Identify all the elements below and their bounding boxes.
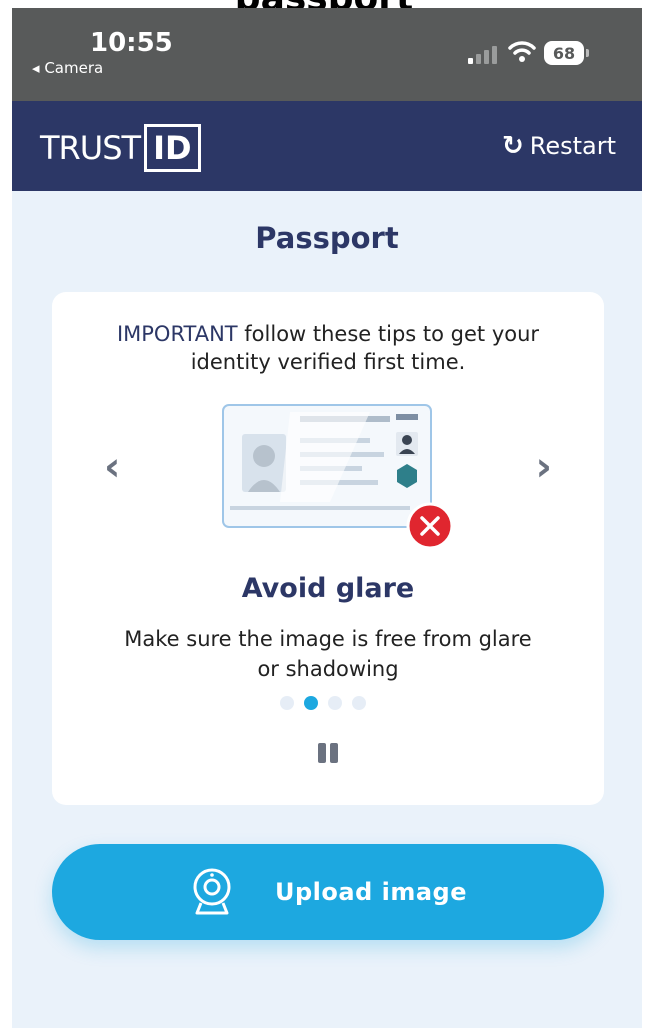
logo-trust-text: TRUST xyxy=(40,129,141,167)
restart-label: Restart xyxy=(529,132,616,160)
logo-id-box: ID xyxy=(144,124,201,172)
intro-text: follow these tips to get your identity v… xyxy=(190,322,540,374)
chevron-right-icon[interactable]: › xyxy=(536,444,552,490)
signal-icon xyxy=(468,44,502,64)
status-bar: 10:55 ◂ Camera 68 xyxy=(12,8,642,101)
pagination-dot[interactable] xyxy=(328,696,342,710)
tip-description: Make sure the image is free from glare o… xyxy=(124,627,532,681)
webcam-icon xyxy=(193,868,231,915)
pagination-dot[interactable] xyxy=(352,696,366,710)
carousel-pagination xyxy=(280,696,366,710)
tip-title: Avoid glare xyxy=(241,573,415,604)
phone-screen: 10:55 ◂ Camera 68 TRUST ID ↻ Restart Pas… xyxy=(12,8,642,1028)
battery-tip xyxy=(586,49,589,57)
wifi-icon xyxy=(508,41,536,62)
tips-card: IMPORTANT follow these tips to get your … xyxy=(52,292,604,805)
glare-id-card-illustration xyxy=(222,404,454,550)
back-to-app-link[interactable]: ◂ Camera xyxy=(32,59,103,77)
intro-important: IMPORTANT xyxy=(116,322,238,346)
upload-image-label: Upload image xyxy=(275,878,467,906)
tips-intro: IMPORTANT follow these tips to get your … xyxy=(80,320,576,376)
upload-image-button[interactable]: Upload image xyxy=(52,844,604,940)
pagination-dot-active[interactable] xyxy=(304,696,318,710)
pagination-dot[interactable] xyxy=(280,696,294,710)
trustid-logo: TRUST ID xyxy=(40,124,201,172)
status-time: 10:55 xyxy=(90,28,173,58)
app-header: TRUST ID ↻ Restart xyxy=(12,101,642,191)
chevron-left-icon[interactable]: ‹ xyxy=(104,444,120,490)
restart-icon: ↻ xyxy=(501,131,524,161)
page-title: Passport xyxy=(255,221,399,255)
battery-icon: 68 xyxy=(544,41,584,65)
back-app-label: Camera xyxy=(44,59,104,77)
pause-icon[interactable] xyxy=(318,743,340,763)
restart-button[interactable]: ↻ Restart xyxy=(502,131,616,161)
